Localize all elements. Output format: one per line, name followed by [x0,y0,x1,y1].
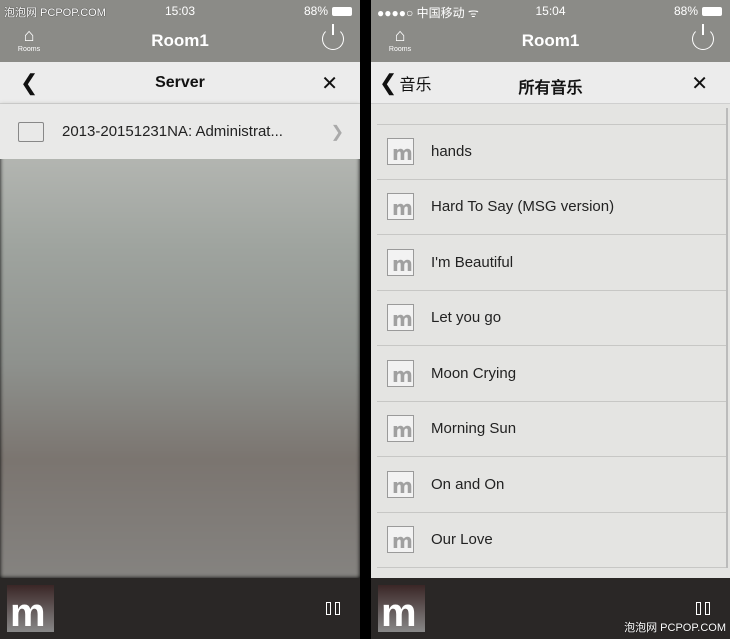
room-title: Room1 [151,31,209,50]
watermark: 泡泡网 PCPOP.COM [4,7,106,19]
power-icon[interactable] [692,24,714,50]
pause-button[interactable] [696,602,710,615]
song-list[interactable]: hands Hard To Say (MSG version) I'm Beauti… [371,104,730,578]
pause-button[interactable] [326,602,340,615]
music-thumbnail-icon [387,359,414,387]
app-header: ⌂ Rooms Room1 [0,21,360,62]
blurred-background [0,104,360,578]
song-title: Our Love [431,531,493,549]
right-screen: ●●●●○ 中国移动 ᯤ 15:04 88% ⌂ Rooms Room1 ❮ 音乐 … [371,0,730,639]
status-bar: ●●●●○ 中国移动 ᯤ 15:04 88% [371,0,730,21]
player-bar: m [0,578,360,639]
folder-icon [18,121,44,142]
list-item[interactable]: Let you go [377,291,726,346]
album-art[interactable]: m [378,585,425,632]
song-title: Let you go [431,309,502,327]
battery-percent: 88% [673,4,698,18]
song-title: hands [431,142,472,160]
battery-icon [702,6,722,16]
nav-title: 所有音乐 [518,80,583,97]
list-item[interactable]: hands [377,124,726,180]
close-button[interactable]: ✕ [691,71,708,96]
song-title: On and On [431,475,505,493]
chevron-right-icon: ❯ [330,123,344,141]
song-title: Hard To Say (MSG version) [431,198,615,216]
battery-indicator: 88% [674,4,722,18]
song-title: Morning Sun [431,420,517,438]
music-thumbnail-icon [387,248,414,276]
close-button[interactable]: ✕ [321,71,338,96]
item-label: 2013-20151231NA: Administrat... [62,123,283,140]
nav-bar: ❮ Server ✕ [0,62,360,104]
list-item[interactable]: Morning Sun [377,402,726,457]
left-screen: 15:03 88% ⌂ Rooms Room1 ❮ Server ✕ 2013-2… [0,0,360,639]
pause-icon [326,602,331,615]
watermark: 泡泡网 PCPOP.COM [624,622,726,634]
power-icon[interactable] [322,24,344,50]
music-thumbnail-icon [387,304,414,332]
pause-icon [696,602,701,615]
scrollbar[interactable] [726,108,728,568]
battery-icon [332,6,352,16]
list-item-partial [377,104,726,125]
nav-bar: ❮ 音乐 所有音乐 ✕ [371,62,730,104]
album-art[interactable]: m [7,585,54,632]
battery-percent: 88% [303,4,328,18]
music-thumbnail-icon [387,470,414,498]
list-item[interactable]: Our Love [377,513,726,568]
song-title: I'm Beautiful [431,253,514,271]
list-item[interactable]: Hard To Say (MSG version) [377,180,726,235]
list-item[interactable]: 2013-20151231NA: Administrat... ❯ [0,104,360,159]
music-thumbnail-icon [387,137,414,165]
list-item[interactable]: I'm Beautiful [377,235,726,291]
battery-indicator: 88% [304,4,352,18]
music-thumbnail-icon [387,526,414,554]
song-title: Moon Crying [431,364,517,382]
app-header: ⌂ Rooms Room1 [371,21,730,62]
list-item[interactable]: Moon Crying [377,346,726,402]
list-item[interactable]: On and On [377,457,726,513]
nav-title: Server [155,74,205,91]
music-thumbnail-icon [387,193,414,221]
room-title: Room1 [521,31,580,50]
music-thumbnail-icon [387,415,414,443]
